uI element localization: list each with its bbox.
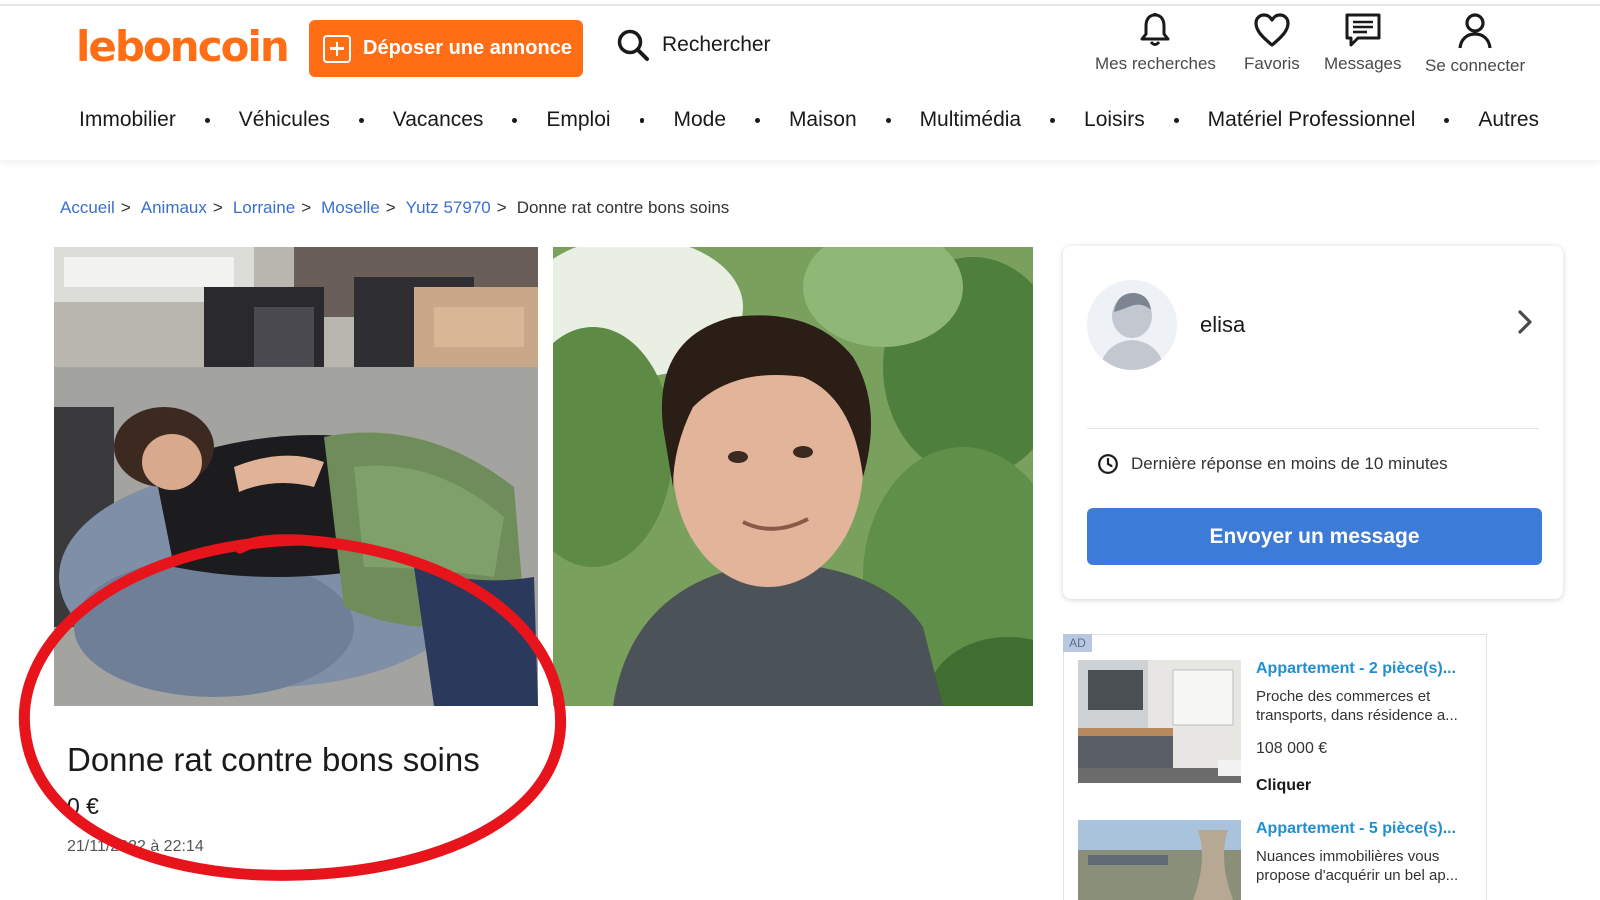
nav-label: Se connecter [1425, 56, 1526, 75]
nav-separator [1050, 117, 1056, 123]
breadcrumb-separator: > [212, 198, 223, 217]
ad-title: Appartement - 2 pièce(s)... [1256, 660, 1457, 677]
send-message-button[interactable]: Envoyer un message [1087, 508, 1542, 565]
photo-portrait [553, 247, 1033, 706]
nav-separator [512, 117, 518, 123]
category-mode[interactable]: Mode [673, 108, 726, 132]
heart-icon [1254, 13, 1290, 47]
seller-card: elisa Dernière réponse en moins de 10 mi… [1063, 246, 1563, 599]
nav-label: Mes recherches [1095, 54, 1216, 73]
search-icon [617, 29, 649, 61]
default-avatar-icon [1087, 280, 1177, 370]
category-vacances[interactable]: Vacances [393, 108, 484, 132]
category-multimedia[interactable]: Multimédia [920, 108, 1022, 132]
category-nav: Immobilier Véhicules Vacances Emploi Mod… [79, 108, 1539, 132]
nav-separator [204, 117, 210, 123]
page: { "header": { "logo": "leboncoin", "post… [0, 0, 1600, 900]
card-divider [1087, 428, 1539, 429]
site-header: leboncoin Déposer une annonce Rechercher… [0, 0, 1600, 160]
breadcrumb-link[interactable]: Yutz 57970 [406, 198, 491, 218]
chevron-right-icon[interactable] [1515, 308, 1535, 336]
listing-date: 21/11/2022 à 22:14 [67, 838, 204, 855]
breadcrumb-separator: > [120, 198, 131, 217]
photo-sleeping-man [54, 247, 538, 706]
category-loisirs[interactable]: Loisirs [1084, 108, 1145, 132]
clock-icon [1098, 454, 1118, 474]
nav-label: Favoris [1244, 54, 1300, 73]
post-ad-label: Déposer une annonce [363, 37, 572, 59]
search-button[interactable]: Rechercher [616, 28, 771, 62]
nav-separator [358, 117, 364, 123]
seller-name[interactable]: elisa [1200, 312, 1245, 338]
user-icon [1458, 13, 1492, 49]
ad-description: Nuances immobilières vous propose d'acqu… [1256, 848, 1459, 884]
ad-title: Appartement - 5 pièce(s)... [1256, 820, 1457, 837]
breadcrumb-separator: > [385, 198, 396, 217]
search-label: Rechercher [662, 33, 771, 56]
category-maison[interactable]: Maison [789, 108, 857, 132]
logo[interactable]: leboncoin [76, 22, 290, 71]
breadcrumb-link[interactable]: Accueil [60, 198, 115, 218]
top-divider [0, 4, 1600, 6]
ad-price: 108 000 € [1256, 740, 1328, 757]
plus-square-icon [323, 34, 351, 63]
nav-separator [1173, 117, 1179, 123]
nav-messages[interactable]: Messages [1324, 12, 1401, 74]
ad-badge: AD [1063, 634, 1092, 652]
response-time-text: Dernière réponse en moins de 10 minutes [1131, 454, 1448, 473]
listing-price: 0 € [67, 793, 99, 819]
breadcrumb-separator: > [301, 198, 312, 217]
nav-login[interactable]: Se connecter [1425, 12, 1525, 76]
ad-cta[interactable]: Cliquer [1256, 777, 1311, 795]
ad-thumbnail [1078, 820, 1241, 900]
category-materiel-pro[interactable]: Matériel Professionnel [1208, 108, 1416, 132]
nav-separator [1444, 117, 1450, 123]
nav-separator [755, 117, 760, 123]
nav-separator [885, 117, 891, 123]
nav-separator [639, 117, 645, 123]
bell-icon [1140, 13, 1170, 46]
nav-saved-searches[interactable]: Mes recherches [1095, 12, 1216, 74]
nav-label: Messages [1324, 54, 1402, 73]
kitchen-photo [1078, 660, 1241, 783]
breadcrumb-current: Donne rat contre bons soins [516, 198, 730, 217]
cooling-tower-photo [1078, 820, 1241, 900]
listing-photo-2[interactable] [553, 247, 1033, 706]
ad-thumbnail [1078, 660, 1241, 783]
listing-title: Donne rat contre bons soins [67, 741, 480, 778]
breadcrumb-link[interactable]: Lorraine [233, 198, 295, 218]
nav-favorites[interactable]: Favoris [1244, 12, 1300, 74]
category-autres[interactable]: Autres [1478, 108, 1539, 132]
breadcrumb-link[interactable]: Animaux [141, 198, 207, 218]
breadcrumb-link[interactable]: Moselle [321, 198, 380, 218]
category-emploi[interactable]: Emploi [546, 108, 610, 132]
post-ad-button[interactable]: Déposer une annonce [309, 20, 583, 77]
breadcrumb-separator: > [496, 198, 507, 217]
category-immobilier[interactable]: Immobilier [79, 108, 176, 132]
message-icon [1345, 13, 1381, 47]
listing-photo-1[interactable] [54, 247, 538, 706]
category-vehicules[interactable]: Véhicules [239, 108, 330, 132]
breadcrumb: Accueil > Animaux > Lorraine > Moselle > Yut… [60, 198, 729, 218]
avatar[interactable] [1087, 280, 1177, 370]
response-time: Dernière réponse en moins de 10 minutes [1097, 453, 1448, 475]
ad-description: Proche des commerces et transports, dans… [1256, 688, 1458, 724]
